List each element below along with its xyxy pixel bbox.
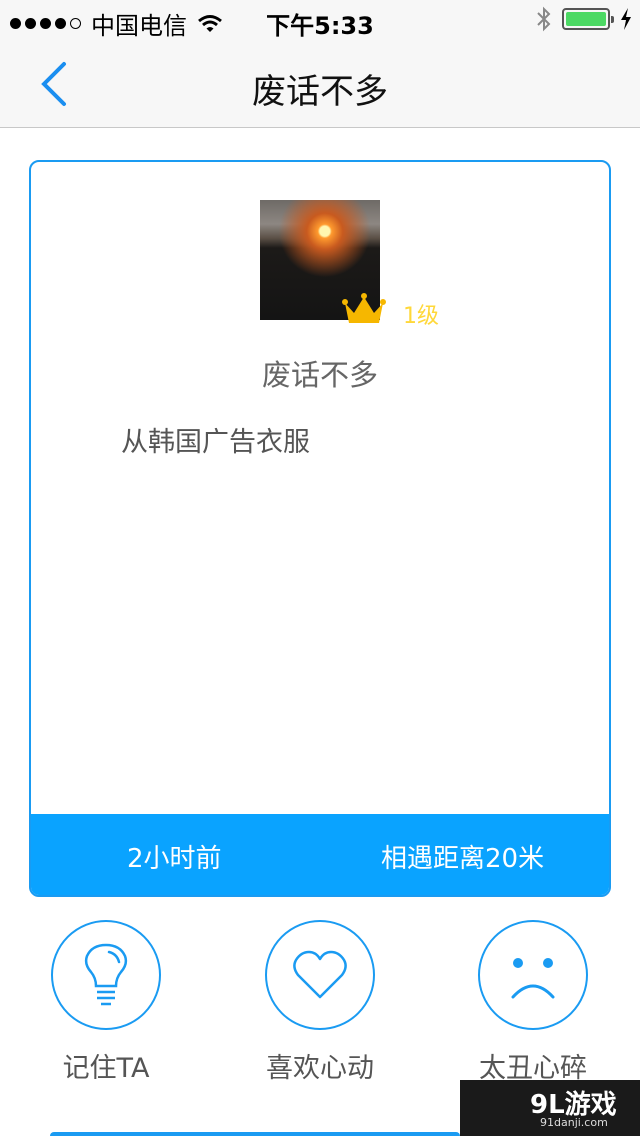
bluetooth-icon [537,6,551,32]
profile-card: 1级 废话不多 从韩国广告衣服 2小时前 相遇距离20米 [29,160,611,897]
like-button[interactable]: 喜欢心动 [240,920,400,1085]
watermark: 9L游戏 91danji.com [460,1080,640,1136]
remember-label: 记住TA [62,1053,150,1084]
charging-icon [621,8,631,30]
sad-face-icon [511,958,555,999]
battery-icon [562,8,614,30]
level-badge: 1级 [403,304,439,329]
status-right [536,6,632,32]
card-footer: 2小时前 相遇距离20米 [31,814,609,895]
heart-icon [293,950,347,999]
encounter-distance: 相遇距离20米 [381,844,545,874]
dislike-button[interactable]: 太丑心碎 [453,920,613,1085]
action-buttons: 记住TA 喜欢心动 太丑心碎 [0,920,640,1090]
status-bar: 中国电信 下午5:33 [0,0,640,40]
remember-circle [51,920,161,1030]
crown-icon [342,293,386,323]
nav-bar: 废话不多 [0,40,640,128]
dislike-circle [478,920,588,1030]
page-title: 废话不多 [252,72,388,112]
like-circle [265,920,375,1030]
time-ago: 2小时前 [127,844,222,874]
like-label: 喜欢心动 [266,1053,374,1084]
lightbulb-icon [84,943,128,1006]
profile-description: 从韩国广告衣服 [121,427,310,458]
bottom-button-edge[interactable] [50,1132,460,1136]
nickname: 废话不多 [261,358,378,392]
watermark-site: 91danji.com [540,1116,608,1129]
remember-button[interactable]: 记住TA [26,920,186,1085]
